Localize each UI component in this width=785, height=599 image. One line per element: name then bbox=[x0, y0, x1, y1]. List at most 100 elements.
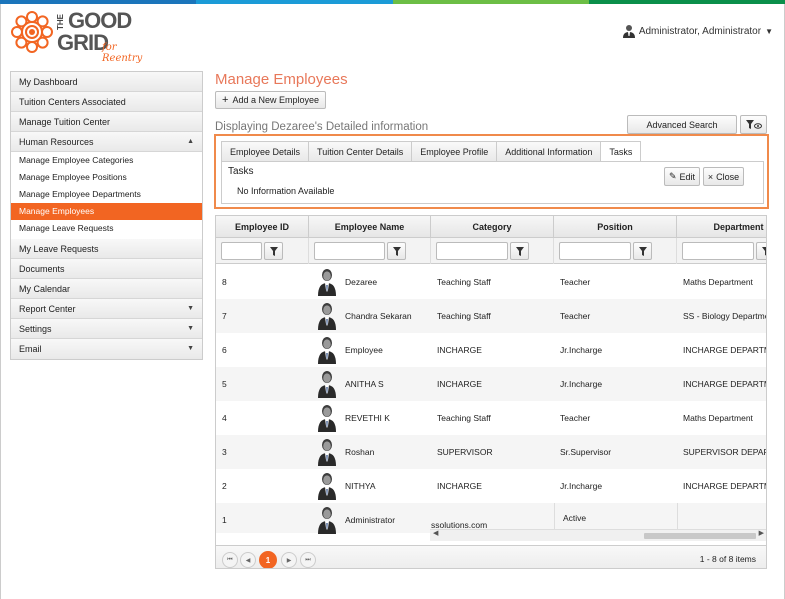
column-header-category[interactable]: Category bbox=[431, 216, 554, 238]
cell-position: Teacher bbox=[560, 311, 591, 321]
tab-employee-details[interactable]: Employee Details bbox=[221, 141, 310, 162]
advanced-search-button[interactable]: Advanced Search bbox=[627, 115, 737, 134]
employee-detail-panel: Employee Details Tuition Center Details … bbox=[214, 134, 769, 209]
sidebar-item-tuition-centers-associated[interactable]: Tuition Centers Associated bbox=[11, 92, 202, 112]
sidebar-item-manage-tuition-center[interactable]: Manage Tuition Center bbox=[11, 112, 202, 132]
tab-employee-profile[interactable]: Employee Profile bbox=[411, 141, 498, 162]
sidebar-item-my-leave-requests[interactable]: My Leave Requests bbox=[11, 239, 202, 259]
cell-employee-id: 7 bbox=[222, 311, 227, 321]
cell-department: Maths Department bbox=[683, 413, 753, 423]
logo[interactable]: THE GOOD GRID for Reentry bbox=[10, 8, 150, 64]
column-header-employee-id[interactable]: Employee ID bbox=[216, 216, 309, 238]
table-row[interactable]: 4 REVETHI K Teaching Staff Teacher Maths Dep… bbox=[216, 401, 766, 435]
current-page-button[interactable]: 1 bbox=[259, 551, 277, 568]
sidebar-item-settings[interactable]: Settings ▼ bbox=[11, 319, 202, 339]
sidebar-item-employee-departments[interactable]: Manage Employee Departments bbox=[11, 186, 202, 203]
filter-eye-icon bbox=[745, 119, 762, 129]
cell-category: Teaching Staff bbox=[437, 311, 491, 321]
tab-additional-information[interactable]: Additional Information bbox=[496, 141, 602, 162]
logo-good-text: GOOD bbox=[68, 8, 132, 33]
sidebar-item-dashboard[interactable]: My Dashboard bbox=[11, 72, 202, 92]
sidebar-item-email[interactable]: Email ▼ bbox=[11, 339, 202, 359]
table-row[interactable]: 3 Roshan SUPERVISOR Sr.Supervisor SUPERVISOR… bbox=[216, 435, 767, 469]
table-row[interactable]: 8 Dezaree Teaching Staff Teacher Maths Depar… bbox=[216, 265, 766, 299]
scrollbar-thumb[interactable] bbox=[644, 533, 756, 539]
first-page-button[interactable]: ⏮ bbox=[222, 552, 238, 568]
close-button[interactable]: × Close bbox=[703, 167, 744, 186]
sidebar-item-employee-positions[interactable]: Manage Employee Positions bbox=[11, 169, 202, 186]
cell-position: Jr.Incharge bbox=[560, 481, 603, 491]
filter-button-employee-name[interactable] bbox=[387, 242, 406, 260]
sidebar-item-label: Manage Tuition Center bbox=[19, 117, 111, 127]
cell-category: INCHARGE bbox=[437, 379, 482, 389]
filter-input-employee-name[interactable] bbox=[314, 242, 385, 260]
column-header-department[interactable]: Department bbox=[677, 216, 766, 238]
employee-name-text: Chandra Sekaran bbox=[345, 311, 412, 321]
filter-toggle-button[interactable] bbox=[740, 115, 767, 134]
user-menu[interactable]: Administrator, Administrator ▼ bbox=[622, 24, 773, 38]
sidebar-item-my-calendar[interactable]: My Calendar bbox=[11, 279, 202, 299]
cell-category: Teaching Staff bbox=[437, 277, 491, 287]
pager: ⏮ ◀ 1 ▶ ⏭ 1 - 8 of 8 items bbox=[216, 545, 766, 568]
sidebar-item-report-center[interactable]: Report Center ▼ bbox=[11, 299, 202, 319]
cell-department: SUPERVISOR DEPARTMENT bbox=[683, 447, 767, 457]
employee-name-text: REVETHI K bbox=[345, 413, 390, 423]
edit-button[interactable]: ✎ Edit bbox=[664, 167, 700, 186]
plus-icon: + bbox=[222, 94, 229, 106]
filter-input-category[interactable] bbox=[436, 242, 508, 260]
cell-employee-id: 2 bbox=[222, 481, 227, 491]
sidebar-item-documents[interactable]: Documents bbox=[11, 259, 202, 279]
add-employee-button[interactable]: + Add a New Employee bbox=[215, 91, 326, 109]
sidebar-item-label: Documents bbox=[19, 264, 65, 274]
prev-page-icon: ◀ bbox=[245, 557, 251, 564]
page-title: Manage Employees bbox=[215, 71, 348, 88]
filter-button-position[interactable] bbox=[633, 242, 652, 260]
filter-icon bbox=[269, 246, 278, 256]
sidebar-item-label: Manage Employee Departments bbox=[19, 189, 141, 199]
column-header-position[interactable]: Position bbox=[554, 216, 677, 238]
sidebar-item-manage-employees[interactable]: Manage Employees bbox=[11, 203, 202, 220]
next-page-button[interactable]: ▶ bbox=[281, 552, 297, 568]
table-row[interactable]: 7 Chandra Sekaran Teaching Staff Teacher SS … bbox=[216, 299, 766, 333]
column-header-employee-name[interactable]: Employee Name bbox=[309, 216, 431, 238]
prev-page-button[interactable]: ◀ bbox=[240, 552, 256, 568]
cell-department: INCHARGE DEPARTMENT bbox=[683, 379, 766, 389]
cell-employee-name: REVETHI K bbox=[309, 401, 431, 435]
sidebar-item-label: Manage Employee Positions bbox=[19, 172, 127, 182]
filter-input-employee-id[interactable] bbox=[221, 242, 262, 260]
cell-position: Teacher bbox=[560, 277, 591, 287]
cell-position: Jr.Incharge bbox=[560, 345, 603, 355]
tab-tuition-center-details[interactable]: Tuition Center Details bbox=[308, 141, 413, 162]
edit-label: Edit bbox=[679, 171, 696, 182]
filter-input-position[interactable] bbox=[559, 242, 631, 260]
tab-tasks[interactable]: Tasks bbox=[600, 141, 642, 163]
filter-icon bbox=[638, 246, 647, 256]
flower-logo-icon bbox=[11, 11, 53, 53]
scroll-left-icon[interactable]: ◀ bbox=[433, 529, 438, 537]
table-row[interactable]: 5 ANITHA S INCHARGE Jr.Incharge INCHARGE DEP… bbox=[216, 367, 766, 401]
horizontal-scrollbar[interactable]: ◀ ▶ bbox=[430, 529, 766, 541]
sidebar-item-employee-categories[interactable]: Manage Employee Categories bbox=[11, 152, 202, 169]
filter-button-department[interactable] bbox=[756, 242, 766, 260]
table-row[interactable]: 2 NITHYA INCHARGE Jr.Incharge INCHARGE DEPAR… bbox=[216, 469, 766, 503]
filter-button-category[interactable] bbox=[510, 242, 529, 260]
pager-info: 1 - 8 of 8 items bbox=[699, 554, 756, 564]
sidebar-item-manage-leave-requests[interactable]: Manage Leave Requests bbox=[11, 220, 202, 237]
cell-employee-id: 1 bbox=[222, 515, 227, 525]
filter-button-employee-id[interactable] bbox=[264, 242, 283, 260]
panel-title: Tasks bbox=[228, 166, 254, 177]
sidebar-item-label: Settings bbox=[19, 324, 52, 334]
sidebar-item-label: Manage Leave Requests bbox=[19, 223, 114, 233]
cell-employee-id: 6 bbox=[222, 345, 227, 355]
grid-content[interactable]: Employee ID Employee Name Category Posit… bbox=[216, 216, 767, 545]
logo-the-text: THE bbox=[56, 14, 65, 30]
cell-department: INCHARGE DEPARTMENT bbox=[683, 481, 766, 491]
last-page-button[interactable]: ⏭ bbox=[300, 552, 316, 568]
cell-employee-id: 3 bbox=[222, 447, 227, 457]
filter-icon bbox=[392, 246, 401, 256]
filter-input-department[interactable] bbox=[682, 242, 754, 260]
scroll-right-icon[interactable]: ▶ bbox=[759, 529, 764, 537]
sidebar-item-label: Tuition Centers Associated bbox=[19, 97, 126, 107]
sidebar-item-human-resources[interactable]: Human Resources ▲ bbox=[11, 132, 202, 152]
table-row[interactable]: 6 Employee INCHARGE Jr.Incharge INCHARGE DEP… bbox=[216, 333, 766, 367]
